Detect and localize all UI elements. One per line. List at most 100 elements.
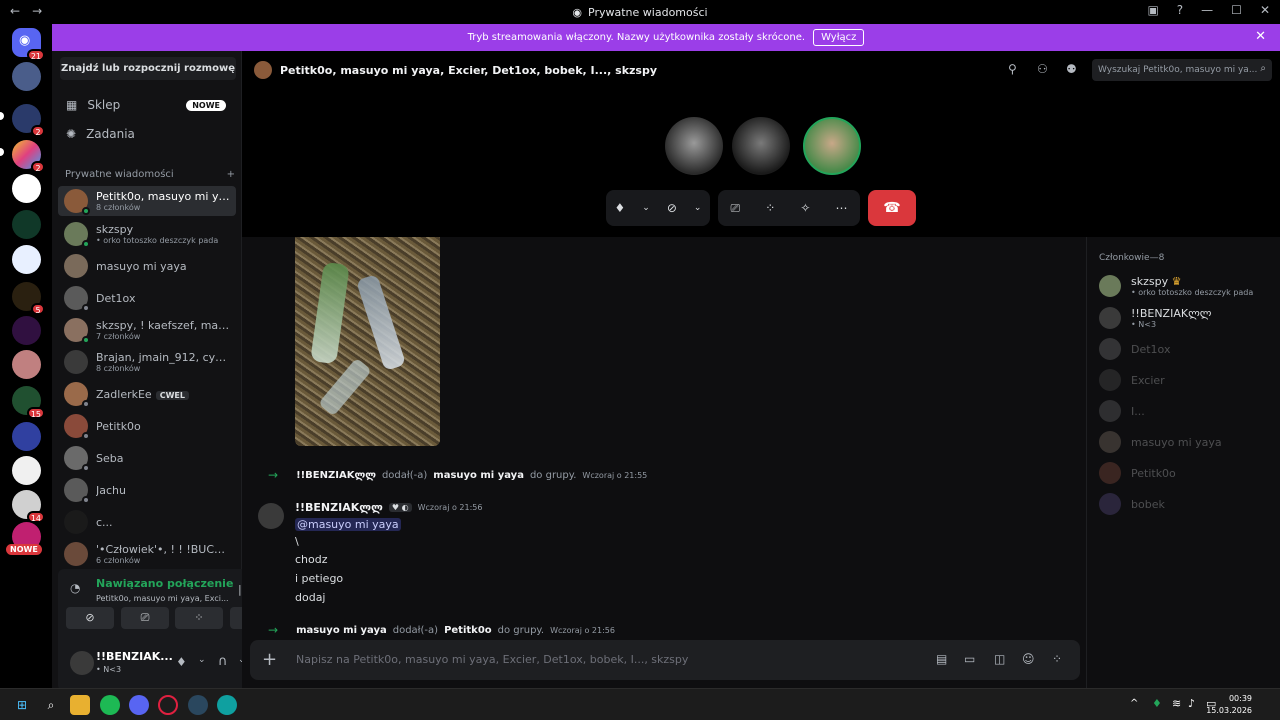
dm-item[interactable]: masuyo mi yaya <box>58 251 236 281</box>
member-item[interactable]: Excier <box>1099 369 1165 391</box>
server-icon[interactable]: 15 <box>12 386 45 419</box>
wifi-icon[interactable]: ≋ <box>1172 697 1181 710</box>
add-dm-icon[interactable]: + <box>227 169 235 180</box>
activities-button[interactable]: ⁘ <box>175 607 223 629</box>
dm-item[interactable]: Jachu <box>58 475 236 505</box>
signal-icon[interactable]: ◔ <box>70 581 80 595</box>
member-item[interactable]: Det1ox <box>1099 338 1170 360</box>
server-icon[interactable] <box>12 350 41 379</box>
screen-share-button[interactable]: ⎚ <box>121 607 169 629</box>
dm-item[interactable]: skzspy • orko totoszko deszczyk pada <box>58 219 236 249</box>
chevron-down-icon[interactable]: ⌄ <box>694 203 702 213</box>
dm-item[interactable]: Det1ox <box>58 283 236 313</box>
message-input[interactable]: Napisz na Petitk0o, masuyo mi yaya, Exci… <box>296 653 688 666</box>
start-icon[interactable]: ⊞ <box>12 695 32 715</box>
participant-avatar[interactable] <box>732 117 790 175</box>
member-item[interactable]: masuyo mi yaya <box>1099 431 1222 453</box>
server-icon[interactable] <box>12 174 41 203</box>
participant-avatar[interactable] <box>665 117 723 175</box>
dm-item[interactable]: '•Człowiek'•, ! ! !BUCKUP, ...6 członków <box>58 539 236 569</box>
search-icon[interactable]: ⌕ <box>41 695 61 715</box>
member-item[interactable]: I... <box>1099 400 1145 422</box>
server-icon[interactable] <box>12 62 41 91</box>
camera-off-icon[interactable]: ⊘ <box>667 201 677 215</box>
gif-icon[interactable]: ▭ <box>964 652 975 666</box>
dm-item[interactable]: Petitk0o <box>58 411 236 441</box>
dm-item[interactable]: ZadlerkEe CWEL <box>58 379 236 409</box>
gift-icon[interactable]: ▤ <box>936 652 947 666</box>
dm-item[interactable]: c... <box>58 507 236 537</box>
dm-item[interactable]: Brajan, jmain_912, cycek!, Pie...8 człon… <box>58 347 236 377</box>
close-window-icon[interactable]: ✕ <box>1260 3 1270 17</box>
actor-name[interactable]: masuyo mi yaya <box>296 625 387 636</box>
help-icon[interactable]: ? <box>1177 3 1183 17</box>
server-icon[interactable] <box>12 456 41 485</box>
avatar[interactable] <box>258 503 284 529</box>
headphones-icon[interactable]: ∩ <box>218 654 228 669</box>
target-name[interactable]: Petitk0o <box>444 625 492 636</box>
activities-icon[interactable]: ⁘ <box>765 201 775 215</box>
tasks-nav-item[interactable]: ✺ Zadania <box>58 120 236 148</box>
file-explorer-icon[interactable] <box>70 695 90 715</box>
microphone-icon[interactable]: ♦ <box>176 655 187 669</box>
server-icon[interactable]: 5 <box>12 282 45 315</box>
image-attachment[interactable] <box>295 237 440 446</box>
member-item[interactable]: !!BENZIAKლლ • N<3 <box>1099 307 1211 329</box>
target-name[interactable]: masuyo mi yaya <box>433 470 524 481</box>
discord-app-icon[interactable] <box>129 695 149 715</box>
actor-name[interactable]: !!BENZIAKლლ <box>296 470 376 481</box>
server-icon[interactable]: 2 <box>12 140 45 173</box>
chevron-up-icon[interactable]: ^ <box>1130 698 1138 709</box>
dm-item[interactable]: skzspy, ! kaefszef, masuyo mi...7 członk… <box>58 315 236 345</box>
clock[interactable]: 00:39 15.03.2026 <box>1206 693 1252 717</box>
dm-item[interactable]: Seba <box>58 443 236 473</box>
server-icon[interactable] <box>12 210 41 239</box>
close-icon[interactable]: ✕ <box>1255 29 1266 44</box>
more-icon[interactable]: ⋯ <box>835 201 847 215</box>
participant-avatar[interactable] <box>803 117 861 175</box>
steam-icon[interactable] <box>188 695 208 715</box>
camera-off-button[interactable]: ⊘ <box>66 607 114 629</box>
search-input[interactable]: Wyszukaj Petitk0o, masuyo mi ya... <box>1092 59 1272 81</box>
dm-item[interactable]: Petitk0o, masuyo mi yaya, Exci...8 człon… <box>58 186 236 216</box>
member-item[interactable]: bobek <box>1099 493 1165 515</box>
chevron-down-icon[interactable]: ⌄ <box>198 655 206 665</box>
edge-icon[interactable] <box>217 695 237 715</box>
server-icon[interactable] <box>12 316 41 345</box>
server-icon[interactable] <box>12 422 41 451</box>
sticker-icon[interactable]: ◫ <box>994 652 1005 666</box>
screen-share-icon[interactable]: ⎚ <box>731 201 741 216</box>
member-item[interactable]: skzspy ♛ • orko totoszko deszczyk pada <box>1099 275 1253 297</box>
add-friend-icon[interactable]: ⚇ <box>1037 62 1048 76</box>
add-attachment-icon[interactable]: + <box>262 649 277 670</box>
shop-nav-item[interactable]: ▦ Sklep NOWE <box>58 91 236 119</box>
inbox-icon[interactable]: ▣ <box>1147 3 1158 17</box>
find-conversation-button[interactable]: Znajdź lub rozpocznij rozmowę <box>60 57 236 80</box>
member-item[interactable]: Petitk0o <box>1099 462 1176 484</box>
member-list-icon[interactable]: ⚉ <box>1066 62 1077 76</box>
forward-arrow-icon[interactable]: → <box>32 4 42 18</box>
server-icon[interactable] <box>12 245 41 274</box>
soundboard-icon[interactable]: ✧ <box>800 201 810 215</box>
opera-icon[interactable] <box>158 695 178 715</box>
minimize-icon[interactable]: — <box>1201 3 1213 17</box>
home-button[interactable]: ◉ 21 <box>12 28 45 61</box>
hang-up-button[interactable]: ☎ <box>868 190 916 226</box>
back-arrow-icon[interactable]: ← <box>10 4 20 18</box>
server-icon[interactable]: 2 <box>12 104 45 137</box>
pin-icon[interactable]: ⚲ <box>1008 62 1017 76</box>
microphone-tray-icon[interactable]: ♦ <box>1152 697 1162 710</box>
microphone-icon[interactable]: ♦ <box>615 201 626 215</box>
author-name[interactable]: !!BENZIAKლლ <box>295 501 383 514</box>
spotify-icon[interactable] <box>100 695 120 715</box>
apps-icon[interactable]: ⁘ <box>1052 652 1062 666</box>
server-icon[interactable]: 14 <box>12 490 45 523</box>
chevron-down-icon[interactable]: ⌄ <box>642 203 650 213</box>
voice-channel[interactable]: Petitk0o, masuyo mi yaya, Exci... <box>96 594 229 603</box>
volume-icon[interactable]: ♪ <box>1188 697 1195 710</box>
maximize-icon[interactable]: ☐ <box>1231 3 1242 17</box>
mention[interactable]: @masuyo mi yaya <box>295 518 401 531</box>
avatar[interactable] <box>70 651 94 675</box>
emoji-icon[interactable]: ☺ <box>1022 652 1035 666</box>
disable-streamer-mode-button[interactable]: Wyłącz <box>813 29 865 46</box>
